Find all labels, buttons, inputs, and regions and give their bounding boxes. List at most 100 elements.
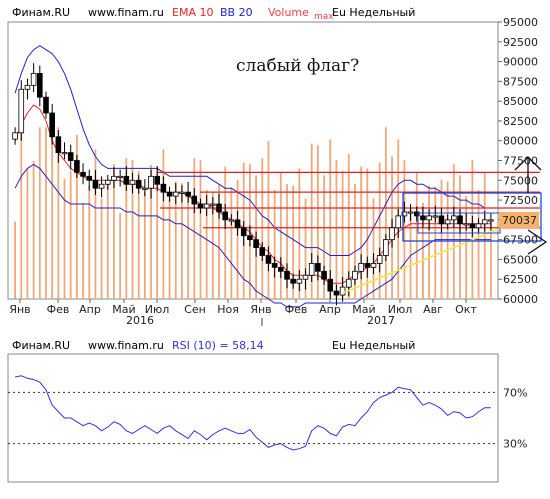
volume-bar	[465, 195, 468, 299]
time-tick-label: Ноя	[217, 303, 239, 316]
volume-bar	[82, 202, 84, 299]
header-bb: BB 20	[220, 6, 253, 19]
candle	[345, 278, 352, 288]
last-price-label: 70037	[502, 214, 537, 227]
rsi-plot-frame	[7, 353, 499, 483]
price-tick-label: 82500	[503, 115, 538, 128]
candle	[240, 227, 247, 237]
candle	[129, 179, 136, 185]
volume-bar	[384, 127, 387, 299]
rsi-header-value: RSI (10) = 58,14	[172, 339, 264, 352]
candle	[111, 175, 117, 181]
candle	[197, 203, 204, 209]
candle	[451, 215, 457, 221]
candle	[265, 255, 272, 264]
price-tick-label: 92500	[503, 36, 538, 49]
price-tick-label: 62500	[503, 273, 538, 286]
time-tick-label: Авг	[423, 303, 443, 316]
candle	[259, 247, 266, 256]
candle	[117, 175, 123, 178]
price-tick-label: 80000	[503, 135, 538, 148]
price-tick-label: 67500	[503, 234, 538, 247]
volume-bar	[26, 168, 29, 299]
volume-bar	[409, 208, 412, 299]
candle	[358, 262, 364, 272]
volume-bar	[366, 168, 369, 299]
price-tick-label: 95000	[503, 16, 538, 29]
rsi-level-label: 70%	[503, 386, 527, 399]
candle	[432, 215, 439, 218]
candle	[370, 262, 377, 268]
price-tick-label: 65000	[503, 253, 538, 266]
volume-bar	[32, 160, 35, 299]
candle	[488, 219, 494, 222]
candle	[92, 179, 99, 189]
candle	[383, 239, 389, 256]
volume-bar	[106, 181, 109, 299]
candle	[444, 219, 451, 225]
annotation-text: слабый флаг?	[236, 56, 359, 76]
candle	[154, 175, 161, 185]
volume-bar	[335, 159, 338, 299]
volume-bar	[230, 187, 233, 299]
volume-bar	[199, 159, 202, 299]
candle	[135, 179, 142, 189]
candle	[438, 215, 445, 225]
volume-bar	[38, 127, 41, 299]
candle	[148, 175, 154, 189]
candle	[321, 270, 327, 280]
volume-bar	[187, 194, 190, 299]
volume-bar	[14, 221, 16, 299]
candle	[339, 286, 346, 296]
candle	[296, 278, 303, 284]
volume-bar	[459, 175, 461, 299]
time-tick-label: Фев	[47, 303, 70, 316]
candle	[364, 262, 371, 268]
candle	[247, 235, 253, 241]
volume-bar	[63, 178, 66, 299]
candle	[98, 183, 105, 189]
candle	[271, 262, 278, 268]
candle	[80, 171, 86, 177]
candle	[234, 219, 241, 229]
candle	[376, 255, 383, 264]
candle	[463, 223, 469, 226]
chart-canvas: Финам.RU www.finam.ru EMA 10 BB 20 Volum…	[7, 6, 548, 483]
rsi-level-label: 30%	[503, 438, 527, 451]
candle	[86, 175, 93, 181]
time-tick-label: Янв	[9, 303, 30, 316]
candle	[420, 215, 426, 221]
candle	[216, 203, 222, 213]
price-tick-label: 87500	[503, 75, 538, 88]
candle	[179, 191, 185, 194]
candle	[142, 187, 148, 190]
volume-bar	[193, 158, 196, 299]
volume-bar	[168, 198, 171, 299]
time-tick-label: Фев	[285, 303, 308, 316]
header-url: www.finam.ru	[88, 6, 164, 19]
candle	[389, 227, 395, 241]
volume-bar	[236, 179, 239, 299]
price-tick-label: 90000	[503, 56, 538, 69]
candle	[228, 219, 235, 222]
candle	[61, 152, 68, 155]
candle	[203, 203, 210, 209]
candle	[457, 215, 463, 225]
candle	[49, 112, 55, 138]
candle	[302, 274, 309, 280]
price-tick-label: 72500	[503, 194, 538, 207]
volume-bar	[143, 191, 146, 299]
candle	[222, 211, 228, 221]
volume-bar	[446, 181, 449, 299]
main-chart-header: Финам.RU www.finam.ru EMA 10 BB 20 Volum…	[12, 6, 415, 22]
volume-bar	[224, 166, 227, 299]
time-tick-label: Сен	[184, 303, 206, 316]
candle	[185, 191, 191, 197]
header-instrument: Eu Недельный	[332, 6, 415, 19]
candle	[278, 266, 284, 272]
year-label: 2016	[126, 314, 154, 327]
volume-bar	[428, 185, 431, 299]
volume-bar	[100, 198, 103, 299]
volume-bar	[119, 213, 122, 299]
candle	[290, 278, 296, 284]
